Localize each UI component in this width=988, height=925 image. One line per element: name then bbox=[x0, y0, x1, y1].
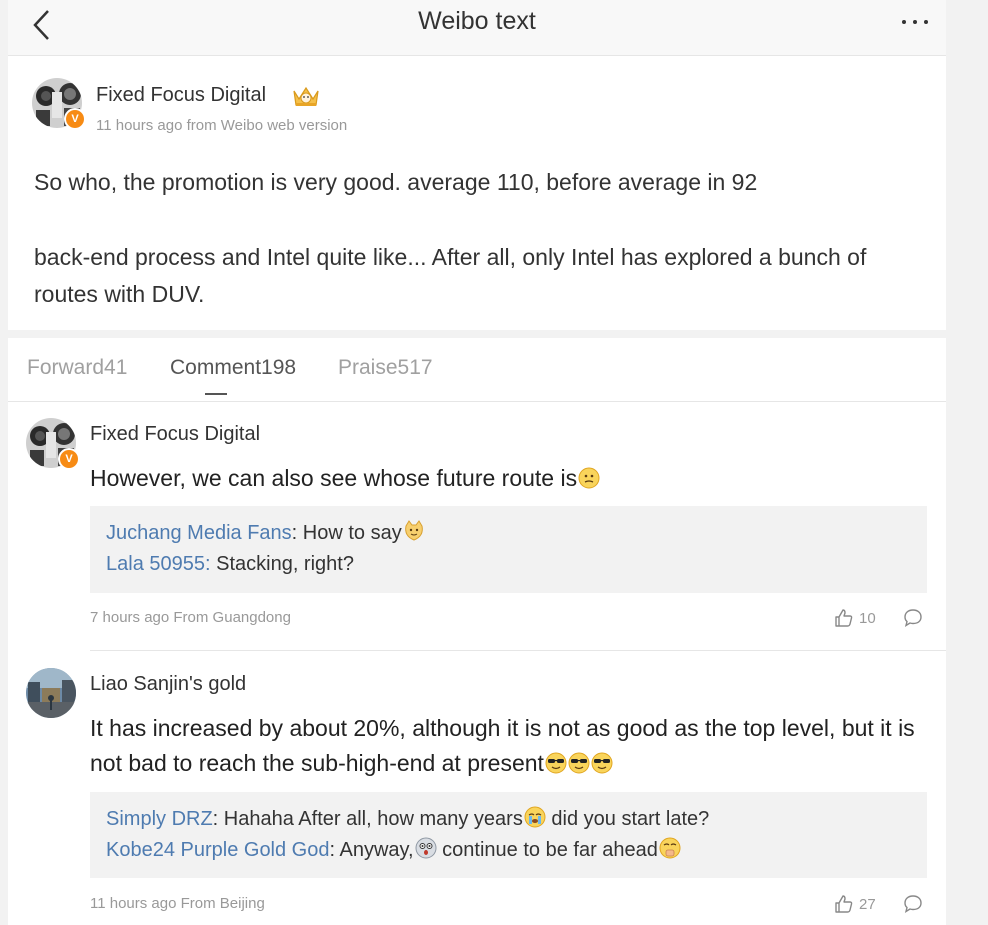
crown-icon bbox=[293, 86, 319, 106]
avatar[interactable]: V bbox=[32, 78, 86, 130]
comment-item: V Fixed Focus Digital However, we can al… bbox=[8, 402, 946, 652]
post-paragraph: So who, the promotion is very good. aver… bbox=[34, 169, 758, 195]
more-dots-icon bbox=[902, 20, 928, 24]
sunglasses-face-emoji-icon bbox=[591, 752, 613, 774]
reply-text: did you start late? bbox=[545, 808, 710, 830]
reply-button[interactable] bbox=[902, 894, 924, 916]
street-avatar-image bbox=[26, 668, 76, 718]
comment-bubble-icon bbox=[904, 895, 922, 914]
reply-separator: : bbox=[291, 522, 303, 544]
post-paragraph: back-end process and Intel quite like...… bbox=[34, 244, 867, 307]
thumbs-up-icon bbox=[835, 609, 853, 627]
verified-badge-icon: V bbox=[64, 108, 86, 130]
like-button[interactable]: 10 bbox=[834, 608, 882, 630]
reply-username[interactable]: Lala 50955: bbox=[106, 553, 211, 575]
reply-username[interactable]: Kobe24 Purple Gold God bbox=[106, 839, 330, 861]
comment-list: V Fixed Focus Digital However, we can al… bbox=[8, 402, 946, 925]
post-author-name[interactable]: Fixed Focus Digital bbox=[96, 84, 266, 107]
reply-text: Stacking, right? bbox=[216, 553, 354, 575]
post-meta: 11 hours ago from Weibo web version bbox=[96, 117, 348, 134]
tab-forward[interactable]: Forward41 bbox=[27, 356, 127, 380]
more-button[interactable] bbox=[900, 8, 930, 38]
comment-item: Liao Sanjin's gold It has increased by a… bbox=[8, 652, 946, 925]
reply-box: Juchang Media Fans: How to say Lala 5095… bbox=[90, 506, 927, 593]
comment-text: However, we can also see whose future ro… bbox=[90, 461, 930, 496]
reply-separator: : bbox=[212, 808, 224, 830]
thumbs-up-icon bbox=[835, 895, 853, 913]
reply-text: How to say bbox=[302, 522, 402, 544]
like-count: 10 bbox=[859, 610, 876, 627]
comment-author-name[interactable]: Liao Sanjin's gold bbox=[90, 673, 246, 696]
weibo-page: Weibo text V Fixed Focus Digital 11 hour… bbox=[8, 0, 946, 925]
comment-bubble-icon bbox=[904, 609, 922, 628]
shush-face-emoji-icon bbox=[659, 837, 681, 859]
reply-username[interactable]: Juchang Media Fans bbox=[106, 522, 292, 544]
top-bar: Weibo text bbox=[8, 0, 946, 56]
sunglasses-face-emoji-icon bbox=[545, 752, 567, 774]
reply-line: Kobe24 Purple Gold God: Anyway, continue… bbox=[106, 835, 911, 866]
reply-line: Lala 50955: Stacking, right? bbox=[106, 549, 911, 580]
reply-line: Simply DRZ: Hahaha After all, how many y… bbox=[106, 804, 911, 835]
comment-meta: 11 hours ago From Beijing bbox=[90, 895, 265, 912]
reply-text: continue to be far ahead bbox=[436, 839, 658, 861]
tab-comment[interactable]: Comment198 bbox=[170, 356, 296, 380]
tab-praise[interactable]: Praise517 bbox=[338, 356, 433, 380]
active-tab-indicator bbox=[205, 393, 227, 395]
reply-text: Anyway, bbox=[339, 839, 414, 861]
page-title: Weibo text bbox=[418, 7, 536, 35]
verified-badge-icon: V bbox=[58, 448, 80, 470]
reply-username[interactable]: Simply DRZ bbox=[106, 808, 213, 830]
avatar[interactable]: V bbox=[26, 418, 80, 470]
comment-text-content: It has increased by about 20%, although … bbox=[90, 715, 915, 776]
reply-text: Hahaha After all, how many years bbox=[223, 808, 523, 830]
divider bbox=[90, 650, 946, 651]
comment-author-name[interactable]: Fixed Focus Digital bbox=[90, 423, 260, 446]
avatar[interactable] bbox=[26, 668, 76, 718]
thinking-face-emoji-icon bbox=[578, 467, 600, 489]
comment-text: It has increased by about 20%, although … bbox=[90, 711, 930, 781]
crying-face-emoji-icon bbox=[524, 806, 546, 828]
sunglasses-face-emoji-icon bbox=[568, 752, 590, 774]
cat-face-emoji-icon bbox=[404, 520, 423, 541]
reply-separator: : bbox=[329, 839, 340, 861]
reply-button[interactable] bbox=[902, 608, 924, 630]
post-body: So who, the promotion is very good. aver… bbox=[34, 164, 924, 313]
like-button[interactable]: 27 bbox=[834, 894, 882, 916]
like-count: 27 bbox=[859, 896, 876, 913]
reply-line: Juchang Media Fans: How to say bbox=[106, 518, 911, 549]
interaction-tabs: Forward41 Comment198 Praise517 bbox=[8, 338, 946, 402]
dizzy-face-emoji-icon bbox=[415, 837, 437, 859]
post-card: V Fixed Focus Digital 11 hours ago from … bbox=[8, 56, 946, 330]
comment-meta: 7 hours ago From Guangdong bbox=[90, 609, 291, 626]
comment-text-content: However, we can also see whose future ro… bbox=[90, 465, 578, 491]
reply-box: Simply DRZ: Hahaha After all, how many y… bbox=[90, 792, 927, 878]
